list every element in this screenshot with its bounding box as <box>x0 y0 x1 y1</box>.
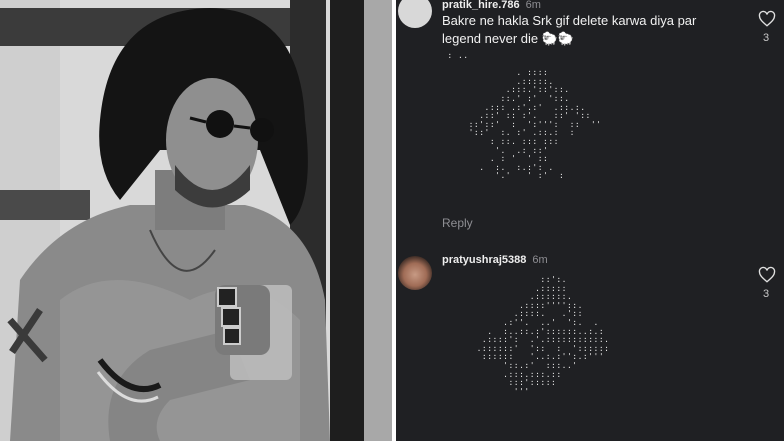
comment-username[interactable]: pratyushraj5388 <box>442 254 526 266</box>
heart-icon[interactable] <box>758 266 776 284</box>
comment-text-line: legend never die 🐑🐑 <box>442 31 575 46</box>
avatar[interactable] <box>398 256 432 290</box>
comment-time: 6m <box>525 0 541 11</box>
like-count: 3 <box>763 288 770 300</box>
reply-button[interactable]: Reply <box>442 216 473 230</box>
comments-panel: pratik_hire.786 6m Bakre ne hakla Srk gif… <box>396 0 784 441</box>
comment-text-line: Bakre ne hakla Srk gif delete karwa diya… <box>442 13 697 28</box>
ascii-art: : .. . :::: .:::::. .:::.'::'::. ::.' :'… <box>447 51 602 181</box>
comment-username-line: pratik_hire.786 6m <box>442 0 541 11</box>
like-count: 3 <box>763 32 770 44</box>
avatar[interactable] <box>398 0 432 28</box>
photo-panel <box>0 0 392 441</box>
photo-illustration <box>0 0 392 441</box>
comment-text: Bakre ne hakla Srk gif delete karwa diya… <box>442 12 752 48</box>
comment-time: 6m <box>532 254 548 266</box>
comment-username[interactable]: pratik_hire.786 <box>442 0 520 11</box>
comment-username-line: pratyushraj5388 6m <box>442 254 548 266</box>
ascii-art: ::':. .::::: .::::::. .::::''''::. .::::… <box>476 275 610 396</box>
heart-icon[interactable] <box>758 10 776 28</box>
